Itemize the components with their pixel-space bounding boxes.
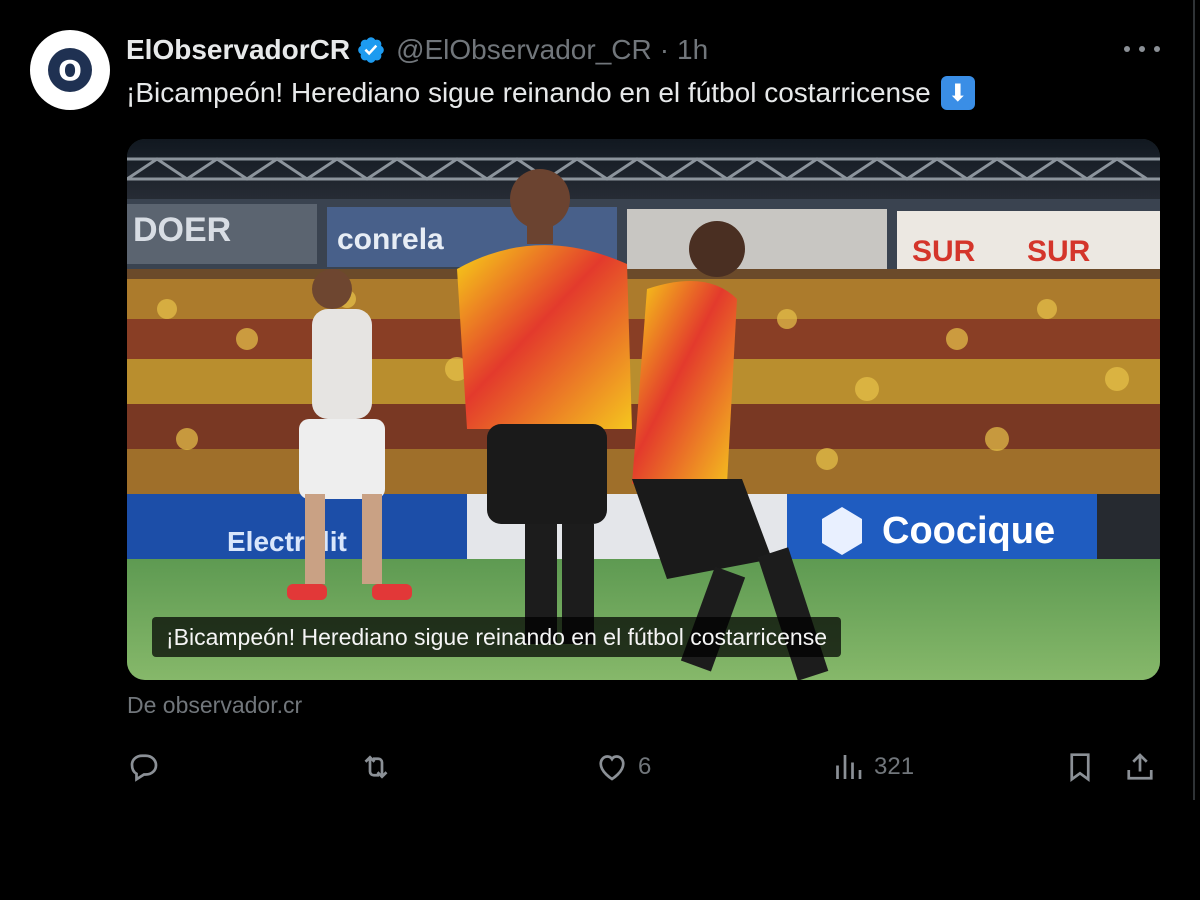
reply-icon bbox=[130, 754, 158, 782]
more-options-icon[interactable] bbox=[1124, 34, 1160, 64]
link-card-image[interactable]: DOER conrela SUR SUR Electrolit Coocique… bbox=[127, 139, 1160, 680]
banner-text-conrela: conrela bbox=[337, 223, 444, 256]
verified-badge-icon bbox=[356, 35, 386, 65]
like-button[interactable]: 6 bbox=[594, 746, 651, 788]
football-photo: DOER conrela SUR SUR Electrolit Coocique bbox=[127, 139, 1160, 680]
banner-text-electrolit: Electrolit bbox=[227, 526, 347, 557]
views-button[interactable]: 321 bbox=[830, 746, 914, 788]
tweet[interactable]: O ElObservadorCR @ElObservador_CR · 1h ¡… bbox=[0, 0, 1200, 900]
share-icon bbox=[1127, 753, 1153, 780]
avatar[interactable]: O bbox=[30, 30, 110, 110]
views-chart-icon bbox=[836, 755, 862, 779]
down-arrow-emoji-icon: ⬇ bbox=[940, 76, 975, 110]
card-caption: ¡Bicampeón! Herediano sigue reinando en … bbox=[152, 617, 842, 657]
timestamp[interactable]: 1h bbox=[677, 34, 708, 66]
tweet-header: ElObservadorCR @ElObservador_CR · 1h bbox=[126, 32, 708, 68]
banner-text-doer: DOER bbox=[133, 211, 231, 249]
divider bbox=[1193, 0, 1195, 800]
banner-text-coocique: Coocique bbox=[882, 510, 1055, 552]
bookmark-button[interactable] bbox=[1062, 746, 1098, 788]
tweet-text-body: ¡Bicampeón! Herediano sigue reinando en … bbox=[126, 77, 931, 108]
share-button[interactable] bbox=[1122, 746, 1158, 788]
retweet-icon bbox=[364, 755, 388, 779]
display-name[interactable]: ElObservadorCR bbox=[126, 34, 350, 66]
like-count: 6 bbox=[638, 753, 652, 780]
user-handle[interactable]: @ElObservador_CR bbox=[396, 34, 652, 66]
heart-icon bbox=[599, 755, 625, 781]
retweet-button[interactable] bbox=[358, 746, 402, 788]
views-count: 321 bbox=[874, 753, 915, 780]
bookmark-icon bbox=[1070, 753, 1090, 782]
action-bar: 6 321 bbox=[126, 746, 1166, 788]
reply-button[interactable] bbox=[126, 746, 170, 788]
avatar-logo: O bbox=[48, 48, 92, 92]
tweet-text: ¡Bicampeón! Herediano sigue reinando en … bbox=[126, 76, 975, 110]
banner-text-sur-1: SUR bbox=[912, 235, 976, 268]
banner-text-sur-2: SUR bbox=[1027, 235, 1091, 268]
link-source[interactable]: De observador.cr bbox=[127, 692, 302, 719]
separator-dot: · bbox=[659, 34, 670, 65]
